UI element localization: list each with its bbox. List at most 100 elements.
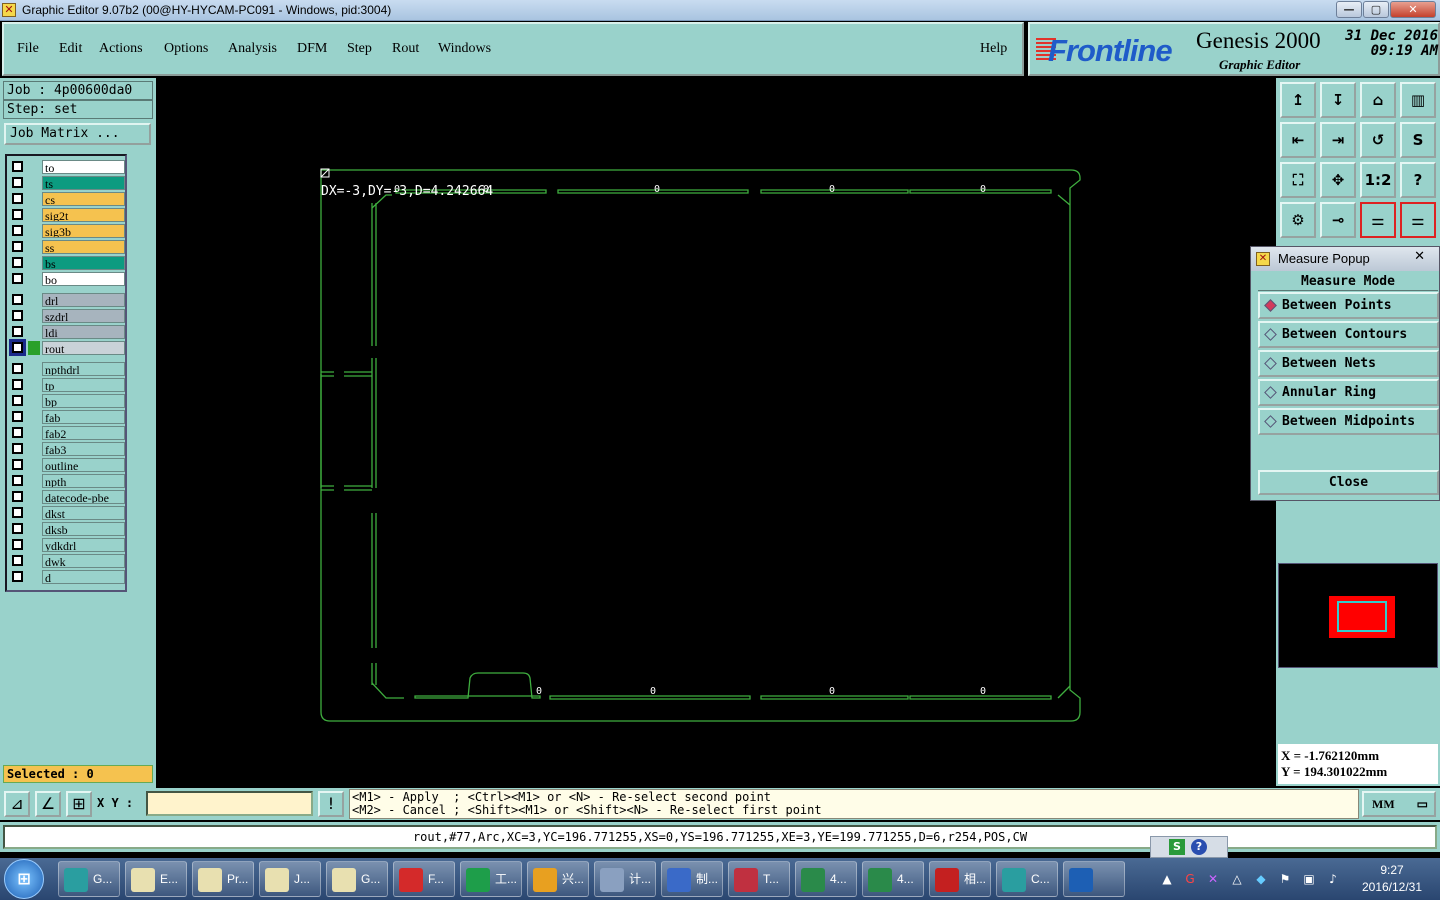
layer-checkbox[interactable] [12, 395, 23, 406]
tool-button-4[interactable]: ▥ [1400, 82, 1436, 118]
layer-row-dksb[interactable]: dksb [9, 522, 125, 536]
layer-checkbox[interactable] [12, 443, 23, 454]
tray-expand-icon[interactable]: ▲ [1160, 872, 1174, 886]
system-clock[interactable]: 9:27 2016/12/31 [1348, 862, 1436, 896]
layer-row-fab[interactable]: fab [9, 410, 125, 424]
tray-volume-icon[interactable]: ♪ [1326, 872, 1340, 886]
grid-icon[interactable]: ⊞ [66, 791, 92, 817]
measure-option-annular-ring[interactable]: Annular Ring [1258, 379, 1439, 406]
layer-checkbox[interactable] [12, 193, 23, 204]
taskbar-item-5[interactable]: G... [326, 861, 388, 897]
layer-checkbox[interactable] [12, 523, 23, 534]
layer-row-ss[interactable]: ss [9, 240, 125, 254]
taskbar-item-16[interactable] [1063, 861, 1125, 897]
layer-checkbox[interactable] [12, 161, 23, 172]
layer-checkbox[interactable] [12, 491, 23, 502]
menu-options[interactable]: Options [164, 41, 208, 57]
taskbar-item-3[interactable]: Pr... [192, 861, 254, 897]
layer-checkbox[interactable] [12, 177, 23, 188]
layer-row-bs[interactable]: bs [9, 256, 125, 270]
tool-button-2[interactable]: ↧ [1320, 82, 1356, 118]
layer-checkbox[interactable] [12, 555, 23, 566]
tray-app-icon[interactable]: G [1183, 872, 1197, 886]
taskbar-item-14[interactable]: 相... [929, 861, 991, 897]
menu-actions[interactable]: Actions [99, 41, 143, 57]
layer-checkbox[interactable] [12, 539, 23, 550]
menu-dfm[interactable]: DFM [297, 41, 327, 57]
measure-option-between-nets[interactable]: Between Nets [1258, 350, 1439, 377]
layer-checkbox[interactable] [12, 507, 23, 518]
taskbar-item-13[interactable]: 4... [862, 861, 924, 897]
measure-option-between-contours[interactable]: Between Contours [1258, 321, 1439, 348]
tool-button-15[interactable]: ⚌ [1360, 202, 1396, 238]
layer-checkbox[interactable] [12, 571, 23, 582]
tool-button-8[interactable]: S [1400, 122, 1436, 158]
layer-checkbox[interactable] [12, 209, 23, 220]
layer-row-npth[interactable]: npth [9, 474, 125, 488]
taskbar-item-1[interactable]: G... [58, 861, 120, 897]
layer-row-to[interactable]: to [9, 160, 125, 174]
tray-flag-icon[interactable]: ⚑ [1278, 872, 1292, 886]
menu-step[interactable]: Step [347, 41, 372, 57]
taskbar-item-15[interactable]: C... [996, 861, 1058, 897]
start-button[interactable]: ⊞ [4, 859, 44, 899]
tool-button-10[interactable]: ✥ [1320, 162, 1356, 198]
ime-icon[interactable]: S [1169, 839, 1185, 855]
tool-button-9[interactable]: ⛶ [1280, 162, 1316, 198]
menu-analysis[interactable]: Analysis [228, 41, 277, 57]
tray-network-icon[interactable]: ▣ [1302, 872, 1316, 886]
measure-icon[interactable]: ∠ [35, 791, 61, 817]
snap-icon[interactable]: ⊿ [4, 791, 30, 817]
layer-row-fab2[interactable]: fab2 [9, 426, 125, 440]
layer-row-dwk[interactable]: dwk [9, 554, 125, 568]
layer-checkbox[interactable] [12, 310, 23, 321]
layer-checkbox[interactable] [12, 427, 23, 438]
tool-button-11[interactable]: 1:2 [1360, 162, 1396, 198]
taskbar-item-8[interactable]: 兴... [527, 861, 589, 897]
tool-button-13[interactable]: ⚙ [1280, 202, 1316, 238]
taskbar-item-2[interactable]: E... [125, 861, 187, 897]
layer-checkbox[interactable] [12, 475, 23, 486]
taskbar-item-9[interactable]: 计... [594, 861, 656, 897]
layer-checkbox[interactable] [12, 241, 23, 252]
layer-checkbox[interactable] [12, 411, 23, 422]
layer-row-szdrl[interactable]: szdrl [9, 309, 125, 323]
layer-row-d[interactable]: d [9, 570, 125, 584]
taskbar-item-10[interactable]: 制... [661, 861, 723, 897]
tool-button-3[interactable]: ⌂ [1360, 82, 1396, 118]
layer-row-drl[interactable]: drl [9, 293, 125, 307]
layer-checkbox[interactable] [12, 273, 23, 284]
menu-file[interactable]: File [17, 41, 39, 57]
tool-button-5[interactable]: ⇤ [1280, 122, 1316, 158]
layer-row-tp[interactable]: tp [9, 378, 125, 392]
tool-button-7[interactable]: ↺ [1360, 122, 1396, 158]
taskbar-item-4[interactable]: J... [259, 861, 321, 897]
taskbar-item-6[interactable]: F... [393, 861, 455, 897]
layer-checkbox[interactable] [12, 257, 23, 268]
tray-network-app-icon[interactable]: ◆ [1254, 872, 1268, 886]
layer-row-datecode-pbe[interactable]: datecode-pbe [9, 490, 125, 504]
tool-button-14[interactable]: ⊸ [1320, 202, 1356, 238]
layer-row-bp[interactable]: bp [9, 394, 125, 408]
measure-option-between-points[interactable]: Between Points [1258, 292, 1439, 319]
help-icon[interactable]: ? [1191, 839, 1207, 855]
menu-rout[interactable]: Rout [392, 41, 419, 57]
tool-button-1[interactable]: ↥ [1280, 82, 1316, 118]
taskbar-item-12[interactable]: 4... [795, 861, 857, 897]
tray-triangle-icon[interactable]: △ [1230, 872, 1244, 886]
graphic-canvas[interactable]: 000000000 DX=-3,DY=-3,D=4.242664 [158, 78, 1276, 786]
layer-row-sig2t[interactable]: sig2t [9, 208, 125, 222]
overview-map[interactable] [1278, 563, 1438, 668]
taskbar-item-11[interactable]: T... [728, 861, 790, 897]
layer-row-ldi[interactable]: ldi [9, 325, 125, 339]
layer-row-npthdrl[interactable]: npthdrl [9, 362, 125, 376]
layer-row-cs[interactable]: cs [9, 192, 125, 206]
layer-checkbox[interactable] [9, 339, 26, 356]
popup-close-button[interactable]: Close [1258, 470, 1439, 495]
layer-checkbox[interactable] [12, 294, 23, 305]
layer-row-rout[interactable]: rout [9, 339, 125, 356]
layer-checkbox[interactable] [12, 363, 23, 374]
tool-button-16[interactable]: ⚌ [1400, 202, 1436, 238]
layer-row-dkst[interactable]: dkst [9, 506, 125, 520]
layer-row-ydkdrl[interactable]: ydkdrl [9, 538, 125, 552]
